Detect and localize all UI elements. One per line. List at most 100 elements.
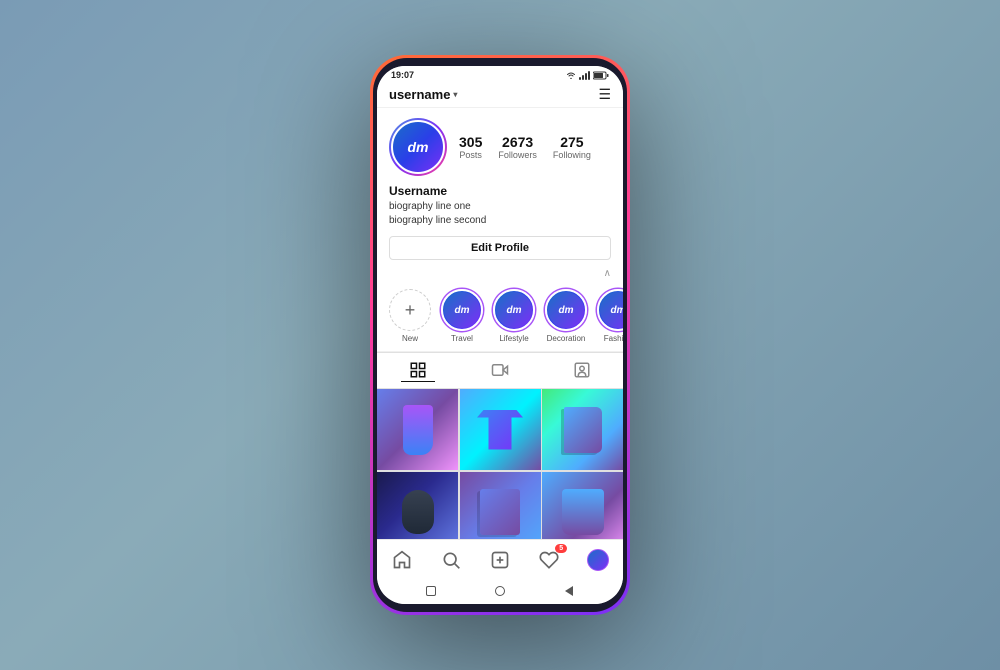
- grid-cell-6-inner: [542, 472, 623, 540]
- story-travel[interactable]: dm Travel: [441, 289, 483, 343]
- story-fashion-label: Fashion: [604, 334, 623, 343]
- posts-label: Posts: [459, 150, 482, 160]
- following-label: Following: [553, 150, 591, 160]
- bottom-nav: 5: [377, 539, 623, 578]
- story-new-label: New: [402, 334, 418, 343]
- scroll-content: dm 305 Posts 2673: [377, 108, 623, 539]
- story-fashion-avatar: dm: [600, 292, 623, 328]
- grid-cell-5-inner: [460, 472, 541, 540]
- photo-grid: [377, 389, 623, 539]
- phone-mockup: 19:07: [370, 55, 630, 615]
- recent-apps-icon: [426, 586, 436, 596]
- mouse-product: [402, 490, 434, 534]
- android-back-btn[interactable]: [562, 584, 576, 598]
- heart-icon: [539, 550, 559, 570]
- story-fashion[interactable]: dm Fashion: [597, 289, 623, 343]
- tag-person-icon: [573, 361, 591, 379]
- phone-frame: 19:07: [370, 55, 630, 615]
- tab-grid[interactable]: [401, 359, 435, 382]
- stories-row: + New dm Travel dm: [377, 281, 623, 352]
- search-icon: [441, 550, 461, 570]
- home-button-icon: [495, 586, 505, 596]
- heart-badge: 5: [555, 544, 567, 553]
- avatar-ring: dm: [389, 118, 447, 176]
- story-travel-label: Travel: [451, 334, 473, 343]
- new-story-circle: +: [389, 289, 431, 331]
- nav-profile-avatar: [587, 549, 609, 571]
- phone-screen: 19:07: [377, 66, 623, 604]
- story-decoration-circle: dm: [545, 289, 587, 331]
- profile-section: dm 305 Posts 2673: [377, 108, 623, 266]
- username-dropdown[interactable]: username ▾: [389, 87, 457, 102]
- wifi-icon: [566, 71, 576, 79]
- stat-followers[interactable]: 2673 Followers: [498, 134, 537, 160]
- story-decoration-label: Decoration: [547, 334, 586, 343]
- nav-search[interactable]: [435, 546, 467, 574]
- grid-cell-1-inner: [377, 389, 458, 470]
- menu-icon[interactable]: ☰: [598, 86, 611, 103]
- android-home-btn[interactable]: [493, 584, 507, 598]
- posts-count: 305: [459, 134, 482, 150]
- stat-posts: 305 Posts: [459, 134, 482, 160]
- grid-icon: [409, 361, 427, 379]
- story-lifestyle-circle: dm: [493, 289, 535, 331]
- top-bar: username ▾ ☰: [377, 82, 623, 108]
- home-icon: [392, 550, 412, 570]
- grid-cell-2[interactable]: [460, 389, 541, 470]
- profile-top: dm 305 Posts 2673: [389, 118, 611, 176]
- grid-cell-3[interactable]: [542, 389, 623, 470]
- story-travel-avatar: dm: [444, 292, 480, 328]
- video-icon: [491, 361, 509, 379]
- grid-cell-2-inner: [460, 389, 541, 470]
- following-count: 275: [560, 134, 583, 150]
- bag-product: [562, 489, 604, 535]
- add-icon: [490, 550, 510, 570]
- battery-icon: [593, 71, 609, 80]
- status-icons: [566, 71, 609, 80]
- status-bar: 19:07: [377, 66, 623, 82]
- grid-cell-3-inner: [542, 389, 623, 470]
- story-decoration[interactable]: dm Decoration: [545, 289, 587, 343]
- stat-following[interactable]: 275 Following: [553, 134, 591, 160]
- bio-line-2: biography line second: [389, 214, 611, 228]
- collapse-indicator[interactable]: ∧: [377, 266, 623, 281]
- android-recent-btn[interactable]: [424, 584, 438, 598]
- story-fashion-circle: dm: [597, 289, 623, 331]
- dropdown-arrow-icon: ▾: [453, 90, 457, 99]
- followers-count: 2673: [502, 134, 533, 150]
- username-text: username: [389, 87, 450, 102]
- followers-label: Followers: [498, 150, 537, 160]
- grid-cell-6[interactable]: [542, 472, 623, 540]
- grid-cell-4[interactable]: [377, 472, 458, 540]
- grid-cell-1[interactable]: [377, 389, 458, 470]
- phone-body: 19:07: [373, 58, 627, 612]
- tab-tagged[interactable]: [565, 359, 599, 382]
- book-product: [564, 407, 602, 453]
- tshirt-product: [477, 410, 523, 450]
- edit-profile-button[interactable]: Edit Profile: [389, 236, 611, 260]
- story-lifestyle-avatar: dm: [496, 292, 532, 328]
- avatar-container[interactable]: dm: [389, 118, 447, 176]
- nav-heart[interactable]: 5: [533, 546, 565, 574]
- story-lifestyle[interactable]: dm Lifestyle: [493, 289, 535, 343]
- profile-name: Username: [389, 184, 611, 198]
- bio-line-1: biography line one: [389, 200, 611, 214]
- nav-home[interactable]: [386, 546, 418, 574]
- stats-row: 305 Posts 2673 Followers 275 Following: [459, 134, 591, 160]
- plus-icon: +: [405, 300, 416, 321]
- back-button-icon: [565, 586, 573, 596]
- notebook-product: [480, 489, 520, 535]
- content-tab-bar: [377, 352, 623, 389]
- tab-video[interactable]: [483, 359, 517, 382]
- android-nav-bar: [377, 578, 623, 604]
- sock-product: [403, 405, 433, 455]
- nav-profile[interactable]: [582, 546, 614, 574]
- story-lifestyle-label: Lifestyle: [499, 334, 528, 343]
- grid-cell-5[interactable]: [460, 472, 541, 540]
- signal-icon: [579, 71, 590, 80]
- avatar-logo: dm: [408, 139, 429, 155]
- avatar-inner: dm: [391, 120, 445, 174]
- story-decoration-avatar: dm: [548, 292, 584, 328]
- nav-add[interactable]: [484, 546, 516, 574]
- story-new[interactable]: + New: [389, 289, 431, 343]
